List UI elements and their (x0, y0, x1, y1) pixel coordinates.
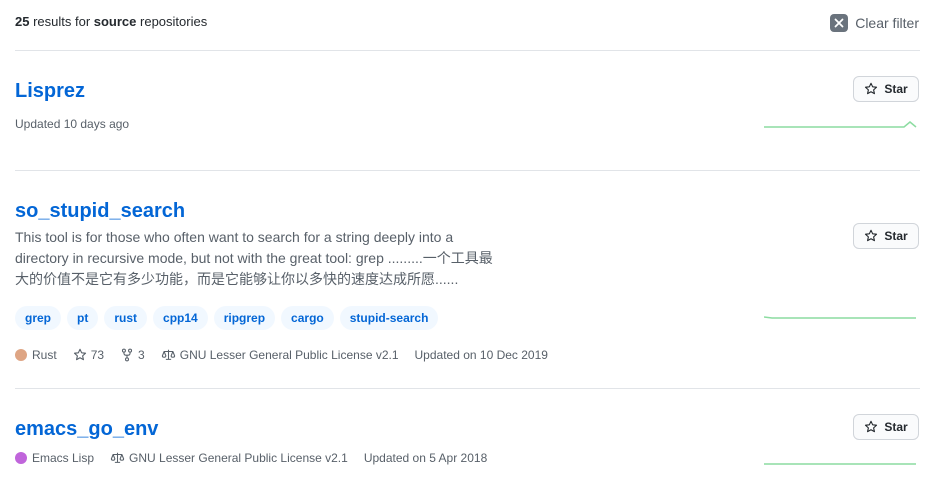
divider (15, 50, 920, 51)
repo-description: This tool is for those who often want to… (15, 227, 505, 290)
results-text: results for (29, 14, 94, 29)
topic-tag[interactable]: cpp14 (153, 306, 208, 330)
star-label: Star (884, 82, 908, 96)
law-icon (110, 452, 125, 463)
fork-count: 3 (138, 348, 145, 362)
topic-tag[interactable]: ripgrep (213, 306, 276, 330)
repo-language: Emacs Lisp (15, 451, 94, 465)
license-name: GNU Lesser General Public License v2.1 (129, 451, 348, 465)
repo-updated: Updated 10 days ago (15, 117, 130, 131)
repo-stars-link[interactable]: 73 (73, 348, 104, 362)
star-label: Star (884, 229, 908, 243)
clear-filter-button[interactable]: Clear filter (830, 14, 919, 32)
results-summary: 25 results for source repositories (15, 14, 207, 29)
repo-item: so_stupid_search This tool is for those … (15, 200, 920, 362)
activity-sparkline (764, 316, 916, 319)
repo-name-link[interactable]: so_stupid_search (15, 200, 185, 223)
language-name: Emacs Lisp (32, 451, 95, 465)
repo-language: Rust (15, 348, 57, 362)
star-button[interactable]: Star (853, 76, 919, 102)
topic-tag[interactable]: stupid-search (339, 306, 439, 330)
repo-forks-link[interactable]: 3 (120, 348, 145, 362)
topic-tag[interactable]: pt (67, 306, 99, 330)
description-line: This tool is for those who often want to… (15, 229, 454, 245)
star-button[interactable]: Star (853, 414, 919, 440)
star-button[interactable]: Star (853, 223, 919, 249)
law-icon (161, 349, 175, 360)
license-name: GNU Lesser General Public License v2.1 (179, 348, 399, 362)
language-name: Rust (32, 348, 57, 362)
repo-name-link[interactable]: Lisprez (15, 80, 85, 103)
star-count: 73 (90, 348, 105, 362)
repo-meta: Rust 73 3 GNU Lesser General Public Lice… (15, 348, 920, 362)
language-color-dot (15, 349, 27, 361)
star-icon (865, 420, 878, 433)
repo-license: GNU Lesser General Public License v2.1 (161, 348, 399, 362)
repo-updated: Updated on 10 Dec 2019 (414, 348, 548, 362)
repo-updated: Updated on 5 Apr 2018 (363, 451, 488, 465)
close-icon (830, 14, 849, 32)
topic-tag[interactable]: grep (15, 306, 62, 330)
star-icon (73, 348, 86, 361)
topic-tag[interactable]: rust (104, 306, 148, 330)
repo-name-link[interactable]: emacs_go_env (15, 418, 158, 441)
star-label: Star (884, 420, 908, 434)
results-text-end: repositories (136, 14, 208, 29)
description-line: directory in recursive mode, but not wit… (15, 250, 493, 266)
activity-sparkline (764, 121, 917, 128)
clear-filter-label: Clear filter (855, 15, 919, 31)
results-query: source (93, 14, 137, 29)
divider (15, 170, 920, 171)
topic-tag[interactable]: cargo (281, 306, 334, 330)
fork-icon (121, 348, 133, 362)
repo-license: GNU Lesser General Public License v2.1 (110, 451, 348, 465)
star-icon (865, 82, 878, 95)
results-count: 25 (15, 14, 30, 29)
activity-sparkline (764, 463, 916, 465)
divider (15, 388, 920, 389)
description-line: 大的价值不是它有多少功能，而是它能够让你以多快的速度达成所愿...... (15, 271, 459, 287)
language-color-dot (15, 452, 27, 464)
star-icon (865, 229, 878, 242)
